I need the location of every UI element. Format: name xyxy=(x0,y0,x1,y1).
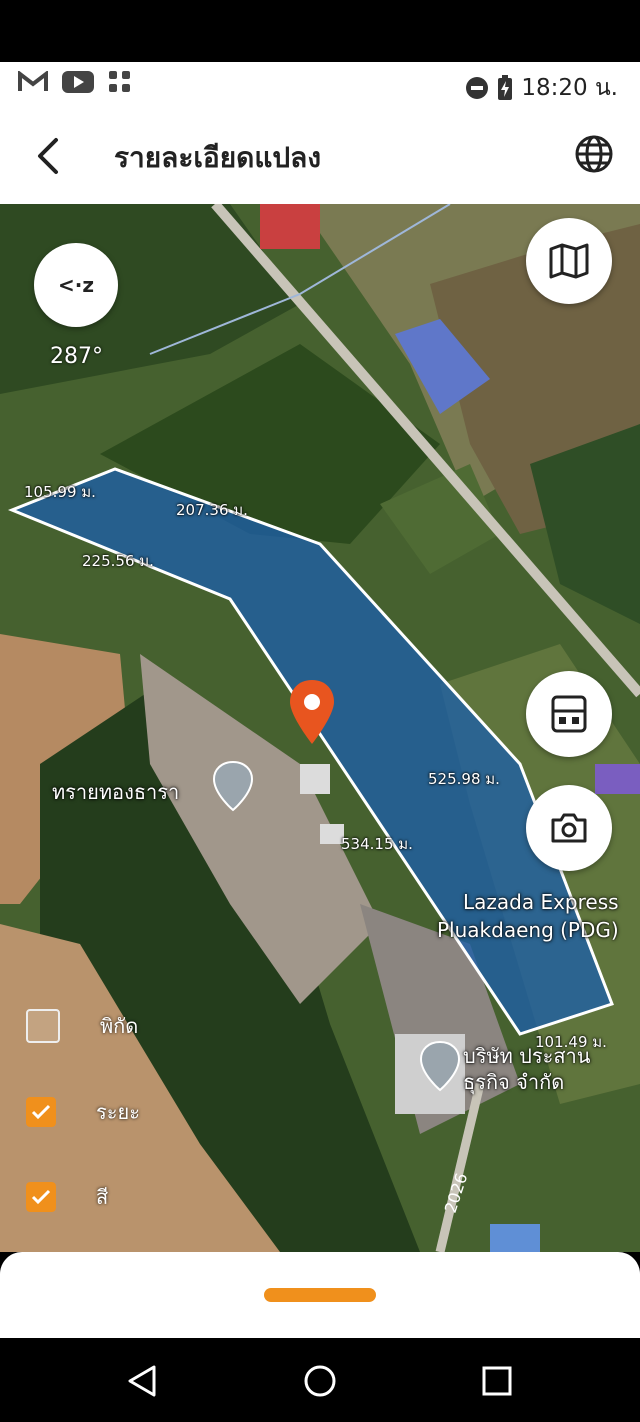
top-black-bar xyxy=(0,0,640,62)
map-layers-icon xyxy=(549,243,589,279)
measure-label: 207.36 ม. xyxy=(176,501,248,519)
recents-square-icon[interactable] xyxy=(482,1366,512,1396)
satellite-map[interactable]: 2026 <·z 287° 105.99 ม. 207.36 ม. 225.56… xyxy=(0,204,640,1252)
home-circle-icon[interactable] xyxy=(303,1364,337,1398)
camera-button[interactable] xyxy=(526,785,612,871)
app-bar: รายละเอียดแปลง xyxy=(0,106,640,204)
navigation-bar xyxy=(0,1338,640,1422)
globe-icon[interactable] xyxy=(574,134,614,174)
camera-icon xyxy=(551,813,587,843)
place-label[interactable]: ทรายทองธารา xyxy=(52,780,179,804)
sheet-drag-handle[interactable] xyxy=(264,1288,376,1302)
do-not-disturb-icon xyxy=(466,77,489,99)
place-label[interactable]: Lazada Express xyxy=(463,890,619,914)
gmail-icon xyxy=(18,71,48,91)
layer-toggle-distance[interactable]: ระยะ xyxy=(26,1096,140,1128)
measure-label: 525.98 ม. xyxy=(428,770,500,788)
place-label[interactable]: ธุรกิจ จำกัด xyxy=(463,1070,564,1094)
compass-button[interactable]: <·z xyxy=(34,243,118,327)
checked-checkbox-icon[interactable] xyxy=(26,1097,56,1127)
page-title: รายละเอียดแปลง xyxy=(114,141,321,174)
calculator-icon xyxy=(551,695,587,733)
place-label[interactable]: บริษัท ประสาน xyxy=(463,1044,590,1068)
bottom-sheet[interactable] xyxy=(0,1252,640,1338)
measure-label: 225.56 ม. xyxy=(82,552,154,570)
status-bar: 18:20 น. xyxy=(0,62,640,106)
status-time: 18:20 น. xyxy=(521,75,618,101)
heading-readout: 287° xyxy=(50,344,103,369)
layer-toggle-color[interactable]: สี xyxy=(26,1181,108,1213)
back-arrow-icon[interactable] xyxy=(30,134,70,178)
calculator-button[interactable] xyxy=(526,671,612,757)
layer-toggle-label: พิกัด xyxy=(100,1014,139,1038)
layer-toggle-label: ระยะ xyxy=(96,1100,140,1124)
place-label[interactable]: Pluakdaeng (PDG) xyxy=(437,918,619,942)
layer-toggle-label: สี xyxy=(96,1185,109,1209)
checkbox-icon[interactable] xyxy=(26,1009,60,1043)
map-layers-button[interactable] xyxy=(526,218,612,304)
battery-charging-icon xyxy=(498,75,513,100)
youtube-icon xyxy=(62,71,94,93)
measure-label: 105.99 ม. xyxy=(24,483,96,501)
apps-icon xyxy=(109,71,130,92)
back-triangle-icon[interactable] xyxy=(126,1364,158,1398)
checked-checkbox-icon[interactable] xyxy=(26,1182,56,1212)
compass-label: <·z xyxy=(58,273,94,297)
measure-label: 534.15 ม. xyxy=(341,835,413,853)
layer-toggle-coordinates[interactable]: พิกัด xyxy=(26,1009,138,1043)
